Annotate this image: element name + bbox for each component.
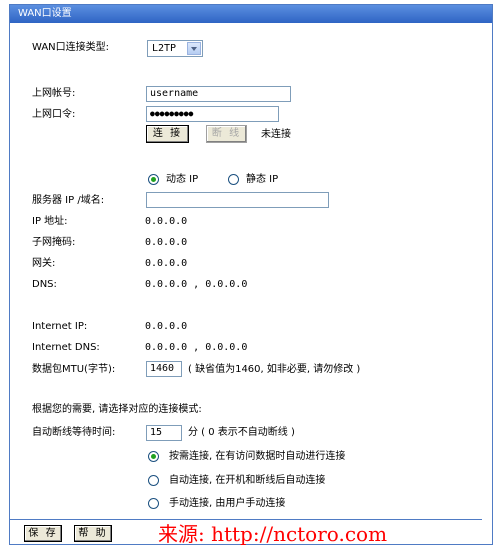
mtu-input[interactable]: 1460	[146, 361, 182, 377]
wan-type-selected: L2TP	[152, 43, 177, 54]
server-label: 服务器 IP /域名:	[32, 195, 105, 206]
server-input[interactable]	[146, 192, 329, 208]
mode-on-demand-label: 按需连接, 在有访问数据时自动进行连接	[169, 451, 346, 462]
dynamic-ip-radio[interactable]	[148, 174, 159, 185]
password-label: 上网口令:	[32, 109, 76, 120]
wan-type-label: WAN口连接类型:	[32, 42, 110, 53]
account-input[interactable]: username	[146, 86, 291, 102]
gateway-label: 网关:	[32, 258, 56, 269]
wan-type-select[interactable]: L2TP	[147, 40, 203, 57]
wan-settings-panel: WAN口设置 WAN口连接类型: L2TP 上网帐号: username 上网口…	[9, 4, 493, 545]
ip-label: IP 地址:	[32, 216, 68, 227]
panel-title: WAN口设置	[10, 5, 492, 23]
dns-value: 0.0.0.0 , 0.0.0.0	[145, 279, 248, 290]
dns-label: DNS:	[32, 279, 57, 290]
mtu-label: 数据包MTU(字节):	[32, 364, 116, 375]
mask-value: 0.0.0.0	[145, 237, 188, 248]
static-ip-radio[interactable]	[228, 174, 239, 185]
idle-time-input[interactable]: 15	[146, 425, 182, 441]
internet-dns-value: 0.0.0.0 , 0.0.0.0	[145, 342, 248, 353]
footer-divider	[10, 519, 482, 520]
help-button[interactable]: 帮 助	[74, 525, 112, 542]
password-input[interactable]: ●●●●●●●●●	[146, 106, 279, 122]
mode-prompt: 根据您的需要, 请选择对应的连接模式:	[32, 404, 202, 415]
idle-time-label: 自动断线等待时间:	[32, 427, 116, 438]
connect-button[interactable]: 连 接	[146, 125, 189, 143]
connection-status: 未连接	[261, 129, 291, 140]
chevron-down-icon[interactable]	[187, 42, 201, 55]
save-button[interactable]: 保 存	[24, 525, 62, 542]
mtu-hint: ( 缺省值为1460, 如非必要, 请勿修改 )	[188, 364, 361, 375]
idle-time-hint: 分 ( 0 表示不自动断线 )	[188, 427, 295, 438]
internet-ip-label: Internet IP:	[32, 321, 88, 332]
ip-value: 0.0.0.0	[145, 216, 188, 227]
static-ip-label: 静态 IP	[246, 174, 279, 185]
mask-label: 子网掩码:	[32, 237, 76, 248]
mode-manual-label: 手动连接, 由用户手动连接	[169, 498, 286, 509]
mode-auto-radio[interactable]	[148, 475, 159, 486]
mode-manual-radio[interactable]	[148, 498, 159, 509]
internet-dns-label: Internet DNS:	[32, 342, 100, 353]
watermark-text: 来源: http://nctoro.com	[158, 522, 388, 546]
mode-auto-label: 自动连接, 在开机和断线后自动连接	[169, 475, 326, 486]
gateway-value: 0.0.0.0	[145, 258, 188, 269]
internet-ip-value: 0.0.0.0	[145, 321, 188, 332]
account-label: 上网帐号:	[32, 88, 76, 99]
mode-on-demand-radio[interactable]	[148, 451, 159, 462]
disconnect-button[interactable]: 断 线	[206, 125, 247, 143]
dynamic-ip-label: 动态 IP	[166, 174, 199, 185]
